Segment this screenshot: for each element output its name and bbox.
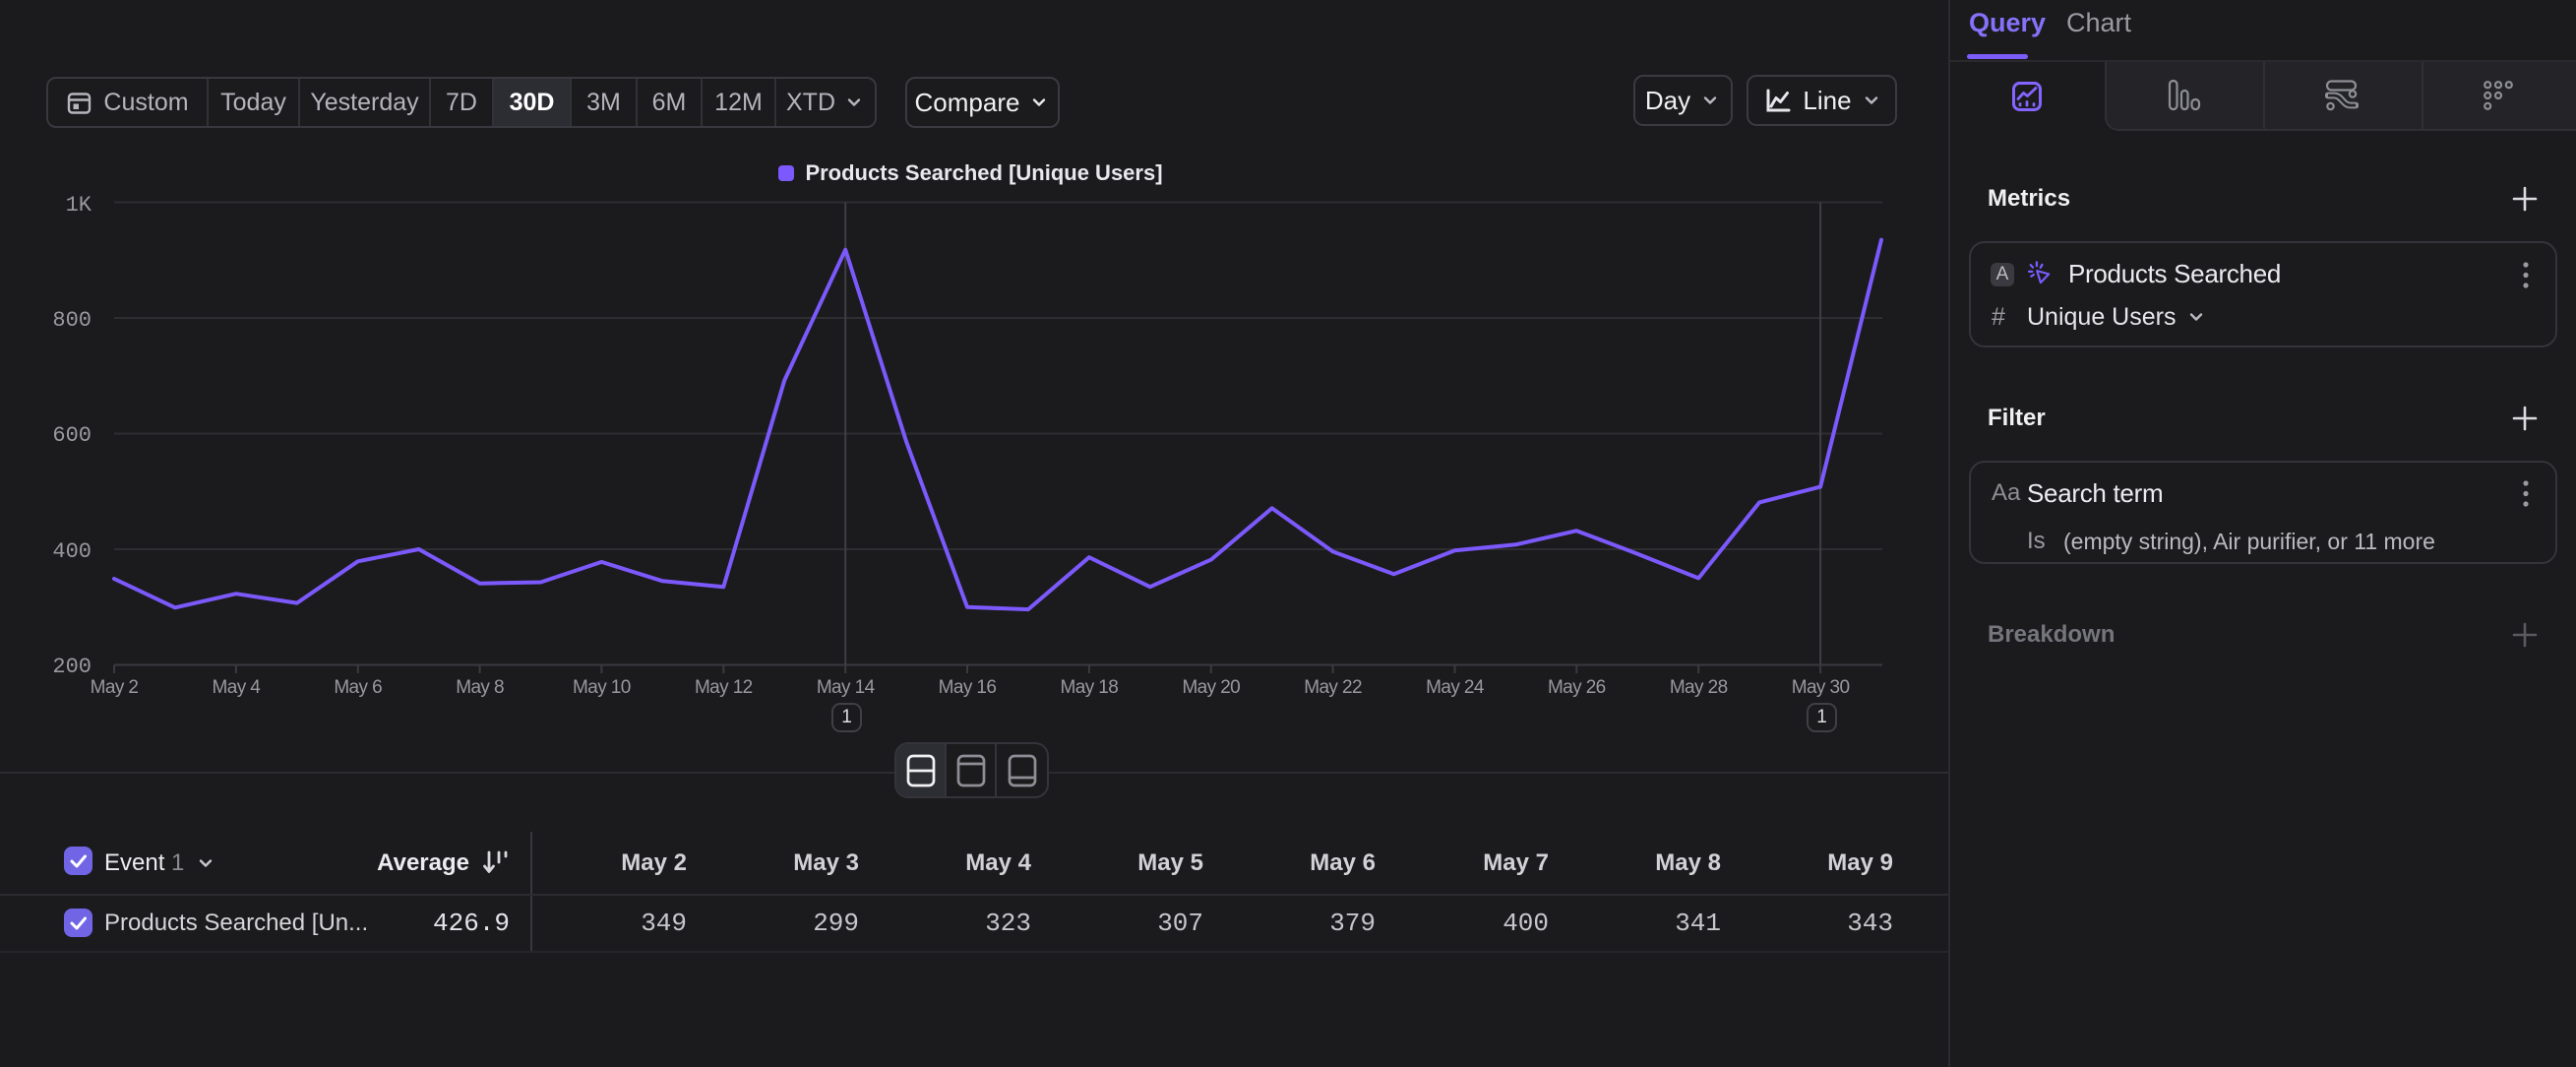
svg-text:May 18: May 18 — [1061, 677, 1119, 698]
svg-text:May 12: May 12 — [695, 677, 753, 698]
svg-text:1K: 1K — [66, 193, 92, 218]
svg-text:600: 600 — [52, 423, 92, 448]
svg-text:May 16: May 16 — [939, 677, 997, 698]
svg-text:May 22: May 22 — [1304, 677, 1362, 698]
svg-text:May 2: May 2 — [91, 677, 139, 698]
svg-text:May 14: May 14 — [817, 677, 876, 698]
svg-text:400: 400 — [52, 539, 92, 564]
svg-text:May 6: May 6 — [334, 677, 382, 698]
svg-text:200: 200 — [52, 655, 92, 679]
svg-text:May 8: May 8 — [456, 677, 504, 698]
svg-text:May 4: May 4 — [213, 677, 262, 698]
svg-text:800: 800 — [52, 308, 92, 333]
svg-text:May 26: May 26 — [1548, 677, 1606, 698]
svg-text:May 30: May 30 — [1792, 677, 1850, 698]
svg-text:May 24: May 24 — [1426, 677, 1485, 698]
svg-text:May 20: May 20 — [1182, 677, 1240, 698]
svg-text:May 28: May 28 — [1670, 677, 1728, 698]
svg-text:May 10: May 10 — [573, 677, 631, 698]
